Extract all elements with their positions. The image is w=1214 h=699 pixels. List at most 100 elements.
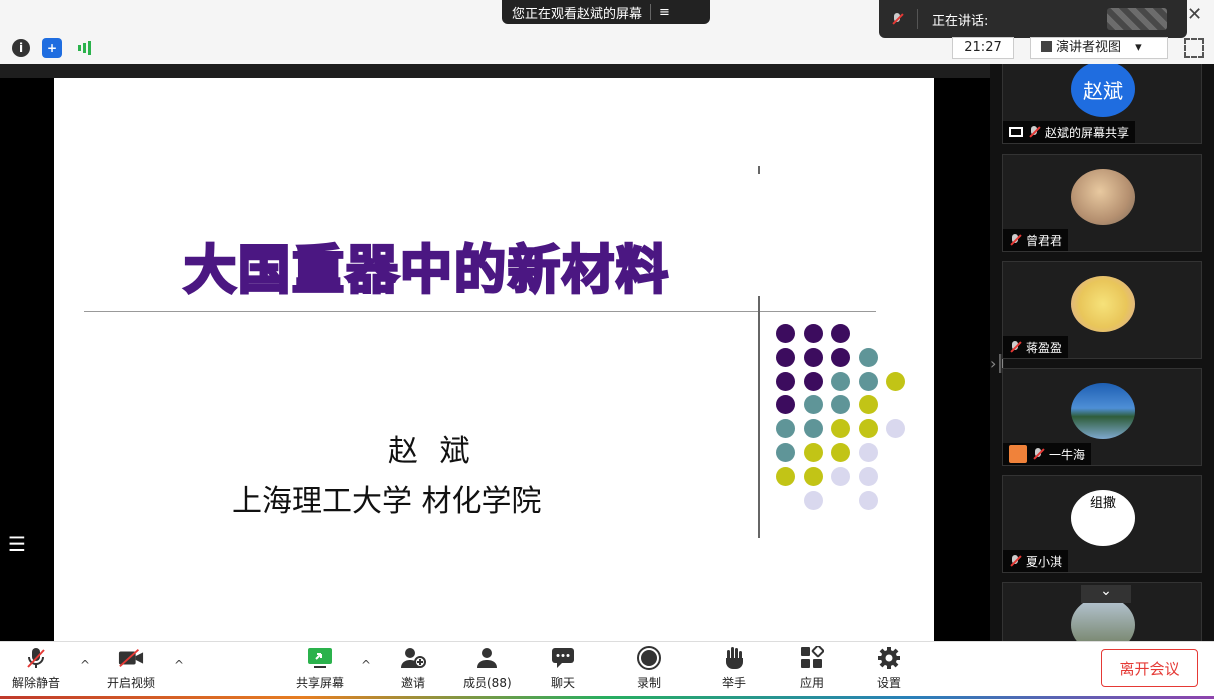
decorative-dot <box>858 395 878 415</box>
decorative-dot <box>776 347 795 367</box>
mic-off-icon <box>891 13 903 25</box>
active-speaker-panel: 正在讲话: <box>879 0 1187 38</box>
decorative-dot <box>776 324 795 343</box>
start-video-button[interactable]: 开启视频 <box>107 646 155 691</box>
decorative-dot <box>831 371 850 391</box>
avatar: 组撒 <box>1071 490 1135 546</box>
participant-nametag: 一牛海 <box>1003 443 1092 465</box>
decorative-dot <box>803 395 823 415</box>
decorative-dot <box>776 395 795 415</box>
video-tile[interactable]: ⌄ <box>1002 582 1202 641</box>
decorative-dot <box>803 419 823 439</box>
invite-button[interactable]: 邀请 <box>400 646 426 691</box>
record-icon <box>636 646 662 670</box>
meeting-controls-bar: 解除静音 ^ 开启视频 ^ 共享屏幕 ^ 邀请 成员(88) 聊天 录制 举手 … <box>0 641 1214 699</box>
mic-off-icon <box>1009 234 1021 246</box>
settings-label: 设置 <box>876 676 901 690</box>
share-screen-label: 共享屏幕 <box>296 676 345 690</box>
decorative-dot <box>858 347 878 367</box>
mic-off-icon <box>1032 448 1044 460</box>
decorative-dot <box>858 443 878 462</box>
view-mode-label: 演讲者视图 <box>1056 40 1122 55</box>
participant-nametag: 赵斌的屏幕共享 <box>1003 121 1136 143</box>
mic-off-icon <box>1009 341 1021 353</box>
user-icon <box>1009 445 1027 463</box>
raise-hand-label: 举手 <box>721 676 746 690</box>
video-tile[interactable]: 组撒 夏小淇 <box>1002 475 1202 573</box>
speaker-divider <box>917 9 918 29</box>
decorative-dot <box>886 419 905 439</box>
slide-author: 赵 斌 <box>388 434 476 469</box>
apps-icon <box>799 646 825 670</box>
participant-name: 夏小淇 <box>1026 554 1063 569</box>
record-label: 录制 <box>636 676 661 690</box>
video-tile[interactable]: 蒋盈盈 <box>1002 261 1202 359</box>
mic-off-icon <box>23 646 49 670</box>
chat-label: 聊天 <box>550 676 575 690</box>
info-icon[interactable]: i <box>12 39 30 57</box>
decorative-dot <box>831 419 850 439</box>
participant-name: 赵斌的屏幕共享 <box>1045 125 1130 140</box>
close-icon[interactable]: ✕ <box>1187 4 1202 25</box>
raise-hand-button[interactable]: 举手 <box>721 646 747 691</box>
avatar: 赵斌 <box>1071 64 1135 117</box>
decorative-dot <box>858 371 878 391</box>
share-screen-button[interactable]: 共享屏幕 <box>296 646 344 691</box>
slide-vertical-rule <box>758 296 760 538</box>
decorative-dot <box>776 443 795 462</box>
banner-text: 您正在观看赵斌的屏幕 <box>512 6 643 22</box>
signal-icon[interactable] <box>74 38 94 58</box>
decorative-dot <box>776 466 795 486</box>
gear-icon <box>876 646 902 670</box>
participants-button[interactable]: 成员(88) <box>463 646 512 691</box>
shield-icon[interactable]: + <box>42 38 62 58</box>
video-tile[interactable]: 赵斌 赵斌的屏幕共享 <box>1002 64 1202 144</box>
leave-meeting-button[interactable]: 离开会议 <box>1101 649 1198 687</box>
video-off-icon <box>118 646 144 670</box>
unmute-label: 解除静音 <box>12 676 61 690</box>
chat-icon <box>550 646 576 670</box>
add-user-icon <box>400 646 426 670</box>
participant-nametag: 曾君君 <box>1003 229 1069 251</box>
list-icon[interactable]: ☰ <box>8 532 26 556</box>
unmute-button[interactable]: 解除静音 <box>12 646 60 691</box>
decorative-dot <box>858 466 878 486</box>
view-mode-button[interactable]: 演讲者视图 ▾ <box>1030 37 1168 59</box>
share-screen-icon <box>307 646 333 670</box>
participant-video-sidebar: ›║ 赵斌 赵斌的屏幕共享 曾君君 蒋盈盈 一牛海 组撒 夏小淇 ⌄ <box>990 64 1214 641</box>
audio-options-caret[interactable]: ^ <box>80 658 90 672</box>
participant-name: 曾君君 <box>1026 233 1063 248</box>
share-options-caret[interactable]: ^ <box>361 658 371 672</box>
video-tile[interactable]: 一牛海 <box>1002 368 1202 466</box>
video-tile[interactable]: 曾君君 <box>1002 154 1202 252</box>
fullscreen-icon[interactable] <box>1184 38 1204 58</box>
mic-off-icon <box>1028 126 1040 138</box>
avatar <box>1071 383 1135 439</box>
decorative-dot <box>831 347 850 367</box>
record-button[interactable]: 录制 <box>636 646 662 691</box>
apps-button[interactable]: 应用 <box>799 646 825 691</box>
video-options-caret[interactable]: ^ <box>174 658 184 672</box>
decorative-dot <box>831 324 850 343</box>
participant-name: 蒋盈盈 <box>1026 340 1063 355</box>
invite-label: 邀请 <box>400 676 425 690</box>
meeting-topbar: i + 21:27 演讲者视图 ▾ <box>0 34 1214 62</box>
banner-menu-icon[interactable]: ≡ <box>659 5 670 20</box>
slide-tick-mark <box>758 166 760 174</box>
decorative-dot <box>776 371 795 391</box>
viewing-share-banner[interactable]: 您正在观看赵斌的屏幕 ≡ <box>502 0 710 24</box>
stage-header-strip <box>0 64 990 78</box>
decorative-dot <box>803 443 823 462</box>
banner-divider <box>650 4 652 20</box>
decorative-dot <box>803 324 823 343</box>
decorative-dot <box>803 490 823 510</box>
scroll-down-icon[interactable]: ⌄ <box>1081 584 1131 603</box>
decorative-dot <box>886 371 905 391</box>
settings-button[interactable]: 设置 <box>876 646 902 691</box>
decorative-dot <box>776 419 795 439</box>
mic-off-icon <box>1009 555 1021 567</box>
chat-button[interactable]: 聊天 <box>550 646 576 691</box>
decorative-dot <box>831 443 850 462</box>
apps-label: 应用 <box>799 676 824 690</box>
decorative-dot <box>858 419 878 439</box>
